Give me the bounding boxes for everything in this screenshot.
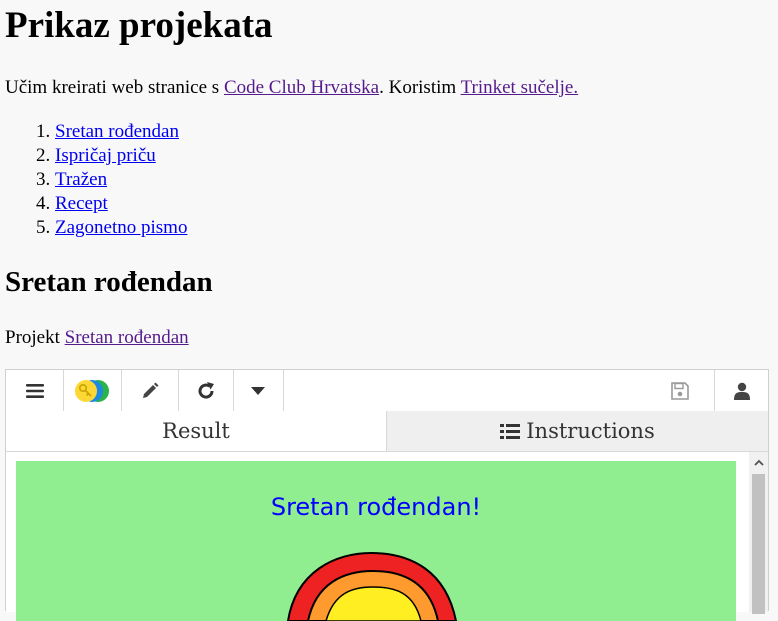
scrollbar-thumb[interactable] [752,474,765,614]
more-options-button[interactable] [233,370,284,411]
save-button[interactable] [646,370,714,411]
intro-text-start: Učim kreirati web stranice s [5,77,224,98]
pencil-icon [142,382,158,398]
page-title: Prikaz projekata [5,5,273,46]
user-button[interactable] [714,370,769,411]
project-link[interactable]: Sretan rođendan [65,327,189,348]
section-heading: Sretan rođendan [5,266,213,298]
save-icon [671,381,689,400]
project-text: Projekt [5,327,65,348]
tab-result-label: Result [162,419,230,443]
project-link-trazen[interactable]: Tražen [55,169,107,190]
menu-icon [25,383,44,398]
intro-text-middle: . Koristim [379,77,461,98]
list-item: Ispričaj priču [55,144,187,168]
code-club-link[interactable]: Code Club Hrvatska [224,77,379,98]
scroll-up-button[interactable] [749,454,768,470]
chevron-up-icon [753,459,764,466]
trinket-embed: Result Instructions Sretan rođendan! [5,369,769,621]
projects-list: Sretan rođendan Ispričaj priču Tražen Re… [5,120,187,240]
trinket-link[interactable]: Trinket sučelje. [461,77,579,98]
trinket-toolbar [6,370,768,412]
project-link-ispricaj-pricu[interactable]: Ispričaj priču [55,145,156,166]
result-panel: Sretan rođendan! [6,452,768,621]
refresh-icon [198,381,214,399]
project-link-sretan-rodendan[interactable]: Sretan rođendan [55,121,179,142]
tab-result[interactable]: Result [6,411,387,451]
caret-down-icon [251,386,265,395]
refresh-button[interactable] [178,370,234,411]
trinket-tabs: Result Instructions [6,411,768,452]
list-item: Zagonetno pismo [55,216,187,240]
list-item: Sretan rođendan [55,120,187,144]
trinket-logo-button[interactable] [63,370,122,411]
project-link-zagonetno-pismo[interactable]: Zagonetno pismo [55,217,187,238]
menu-button[interactable] [6,370,64,411]
edit-button[interactable] [121,370,179,411]
result-canvas: Sretan rođendan! [16,461,736,621]
trinket-logo-icon [75,379,109,402]
intro-paragraph: Učim kreirati web stranice s Code Club H… [5,76,578,100]
scrollbar[interactable] [749,452,768,614]
tab-instructions-label: Instructions [526,419,655,443]
rainbow-drawing [286,551,458,621]
list-item: Recept [55,192,187,216]
project-link-recept[interactable]: Recept [55,193,108,214]
user-icon [734,382,750,400]
list-icon [500,423,521,439]
project-paragraph: Projekt Sretan rođendan [5,326,189,350]
list-item: Tražen [55,168,187,192]
tab-instructions[interactable]: Instructions [387,411,768,451]
